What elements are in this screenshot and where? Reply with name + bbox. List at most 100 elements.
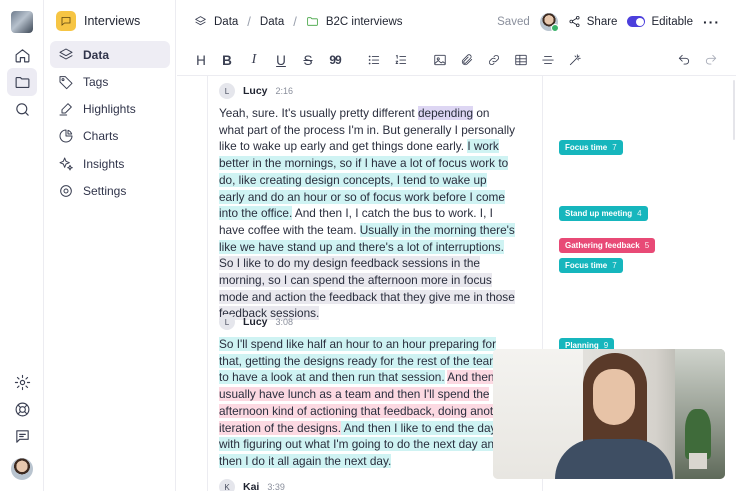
video-background: [685, 409, 711, 459]
image-icon: [434, 54, 446, 66]
numbered-list-button[interactable]: [393, 52, 409, 68]
attachment-button[interactable]: [459, 52, 475, 68]
formatting-toolbar: H B I U S 99: [177, 44, 736, 76]
sidebar-item-label: Tags: [83, 74, 109, 89]
lifebuoy-icon: [15, 402, 29, 416]
speaker-header: K Kai 3:39: [219, 479, 285, 491]
tag-chip[interactable]: Focus time 7: [559, 258, 623, 273]
editable-toggle[interactable]: Editable: [627, 16, 693, 28]
toggle-switch: [627, 16, 646, 27]
italic-button[interactable]: I: [246, 52, 262, 68]
link-button[interactable]: [486, 52, 502, 68]
transcript-paragraph[interactable]: Yeah, sure. It's usually pretty differen…: [219, 105, 515, 322]
participant-face: [593, 369, 635, 425]
speaker-name: Lucy: [243, 85, 268, 97]
home-icon: [15, 48, 29, 62]
highlight-segment[interactable]: So I like to do my design feedback sessi…: [219, 256, 515, 321]
project-header[interactable]: Interviews: [56, 11, 140, 31]
tag-label: Stand up meeting: [565, 209, 633, 218]
transcript-paragraph[interactable]: So I'll spend like half an hour to an ho…: [219, 336, 515, 470]
bold-button[interactable]: B: [219, 52, 235, 68]
heading-button[interactable]: H: [193, 52, 209, 68]
save-status: Saved: [497, 15, 530, 28]
sidebar-item-label: Data: [83, 47, 110, 62]
timestamp[interactable]: 3:39: [267, 482, 285, 491]
magic-wand-icon: [569, 54, 581, 66]
home-button[interactable]: [7, 41, 37, 69]
sidebar-item-label: Insights: [83, 156, 125, 171]
tag-chip[interactable]: Focus time 7: [559, 140, 623, 155]
participant-figure: [555, 439, 673, 479]
sidebar-nav: Data Tags Highlights Charts Insights Set…: [50, 41, 170, 205]
tag-label: Focus time: [565, 261, 608, 270]
tag-count: 7: [612, 143, 617, 152]
scrollbar[interactable]: [733, 80, 735, 140]
chat-bubble-icon: [61, 17, 71, 26]
bullet-list-button[interactable]: [366, 52, 382, 68]
image-button[interactable]: [432, 52, 448, 68]
undo-button[interactable]: [676, 52, 692, 68]
sidebar-item-highlights[interactable]: Highlights: [50, 96, 170, 123]
video-player[interactable]: [493, 349, 725, 479]
speaker-header: L Lucy 2:16: [219, 83, 293, 99]
layers-icon: [195, 16, 206, 26]
gear-icon: [14, 374, 30, 390]
speaker-avatar: K: [219, 479, 235, 491]
timestamp[interactable]: 2:16: [276, 86, 294, 96]
highlight-segment[interactable]: depending: [417, 106, 474, 120]
user-avatar[interactable]: [11, 458, 33, 480]
tag-chip[interactable]: Stand up meeting 4: [559, 206, 648, 221]
message-icon: [15, 429, 29, 443]
ai-magic-button[interactable]: [567, 52, 583, 68]
transcript-text: Yeah, sure. It's usually pretty differen…: [219, 106, 418, 120]
breadcrumb-current[interactable]: B2C interviews: [326, 16, 403, 28]
sidebar-item-charts[interactable]: Charts: [50, 123, 170, 150]
collaborator-avatar[interactable]: [539, 12, 559, 32]
sidebar-item-insights[interactable]: Insights: [50, 150, 170, 177]
tag-label: Gathering feedback: [565, 241, 640, 250]
link-icon: [489, 55, 499, 65]
video-background: [689, 453, 707, 469]
breadcrumb: Data / Data / B2C interviews: [194, 14, 403, 29]
breadcrumb-root[interactable]: Data: [214, 16, 238, 28]
speaker-name: Kai: [243, 481, 260, 491]
sparkles-icon: [59, 157, 73, 171]
folder-icon: [15, 76, 29, 88]
table-icon: [515, 54, 527, 66]
workspace-logo[interactable]: [11, 11, 33, 33]
divider-button[interactable]: [540, 52, 556, 68]
folder-icon: [307, 17, 318, 26]
help-button[interactable]: [7, 395, 37, 423]
breadcrumb-separator: /: [247, 14, 251, 29]
numbered-list-icon: [395, 54, 407, 64]
projects-button[interactable]: [7, 68, 37, 96]
paperclip-icon: [461, 54, 473, 66]
timestamp[interactable]: 3:08: [276, 317, 294, 327]
redo-button[interactable]: [703, 52, 719, 68]
sidebar-item-label: Charts: [83, 129, 119, 144]
tag-count: 7: [612, 261, 617, 270]
breadcrumb-middle[interactable]: Data: [260, 16, 284, 28]
share-label: Share: [586, 15, 618, 28]
underline-button[interactable]: U: [273, 52, 289, 68]
share-button[interactable]: Share: [568, 15, 618, 28]
table-button[interactable]: [513, 52, 529, 68]
project-icon: [56, 11, 76, 31]
highlighter-icon: [59, 103, 72, 116]
sidebar-item-tags[interactable]: Tags: [50, 68, 170, 95]
quote-button[interactable]: 99: [327, 52, 343, 68]
rail-settings-button[interactable]: [7, 368, 37, 396]
layers-icon: [59, 48, 73, 59]
tag-chip[interactable]: Gathering feedback 5: [559, 238, 656, 253]
sidebar-item-settings[interactable]: Settings: [50, 177, 170, 204]
horizontal-rule-icon: [542, 56, 554, 64]
strikethrough-button[interactable]: S: [300, 52, 316, 68]
pie-chart-icon: [59, 129, 73, 143]
top-bar: Data / Data / B2C interviews Saved Share…: [177, 0, 736, 43]
search-button[interactable]: [7, 95, 37, 123]
more-options-icon[interactable]: ···: [703, 14, 720, 30]
sidebar-item-data[interactable]: Data: [50, 41, 170, 68]
sidebar-item-label: Settings: [83, 183, 127, 198]
project-name: Interviews: [84, 14, 141, 28]
messages-button[interactable]: [7, 422, 37, 450]
